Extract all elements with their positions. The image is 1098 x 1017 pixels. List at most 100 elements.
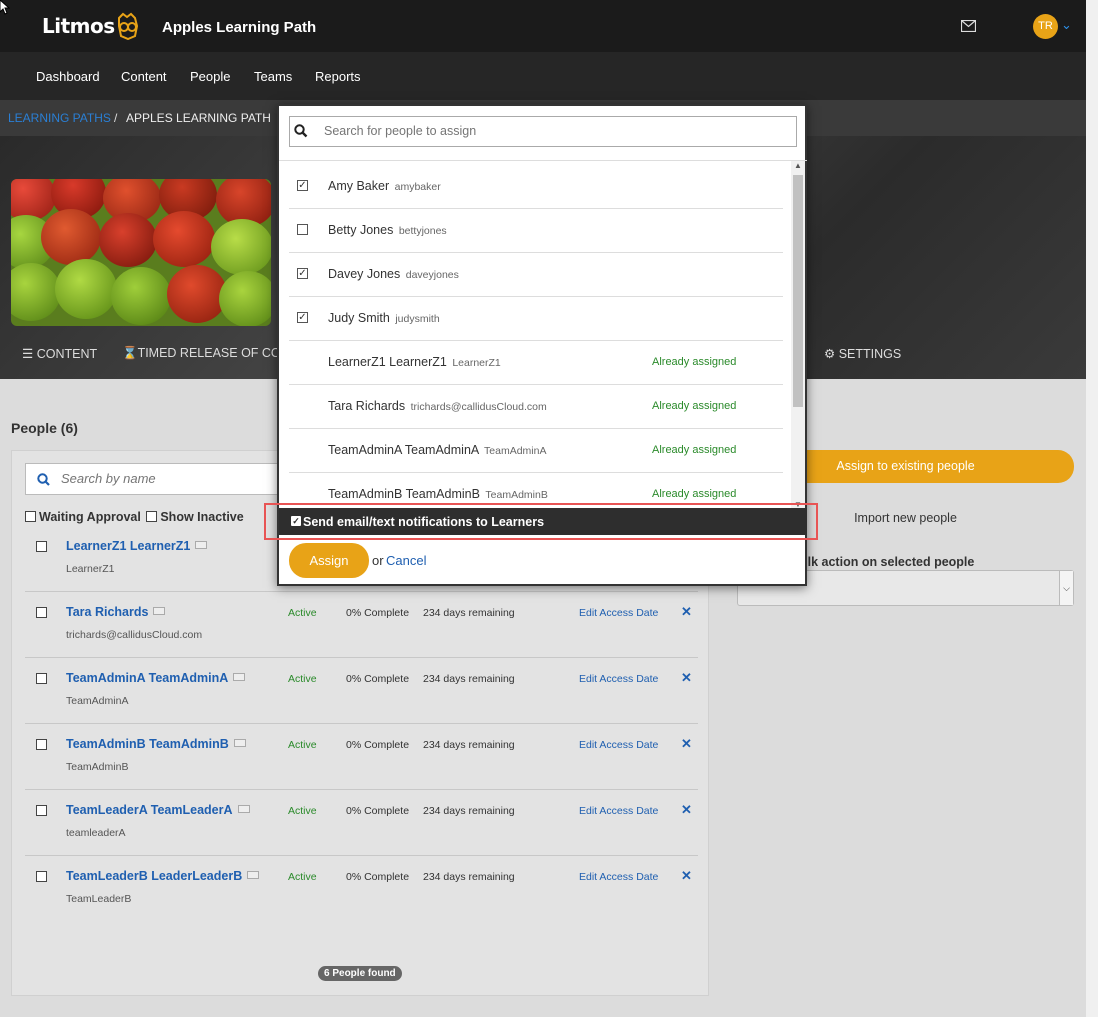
- status-badge: Active: [288, 805, 317, 817]
- table-row: Tara Richards trichards@callidusCloud.co…: [12, 592, 710, 658]
- person-name[interactable]: LearnerZ1 LearnerZ1: [66, 539, 208, 553]
- litmos-logo[interactable]: Litmos: [42, 14, 115, 38]
- id-card-icon: [153, 607, 166, 615]
- status-badge: Active: [288, 673, 317, 685]
- nav-reports[interactable]: Reports: [315, 69, 361, 84]
- waiting-approval-checkbox[interactable]: [25, 511, 36, 522]
- assign-button[interactable]: Assign: [289, 543, 369, 578]
- person-name[interactable]: TeamAdminB TeamAdminB: [66, 737, 246, 751]
- person-username: trichards@callidusCloud.com: [410, 401, 547, 413]
- person-name-text: LearnerZ1 LearnerZ1: [66, 539, 191, 553]
- list-item[interactable]: ✓ Judy Smith judysmith: [289, 297, 783, 341]
- modal-search[interactable]: [289, 116, 797, 147]
- row-checkbox[interactable]: [36, 871, 47, 882]
- completion-status: 0% Complete: [346, 607, 410, 619]
- table-row: TeamLeaderA TeamLeaderA teamleaderA Acti…: [12, 790, 710, 856]
- person-name-text: Tara Richards: [66, 605, 149, 619]
- remove-icon[interactable]: ✕: [681, 736, 692, 752]
- modal-scrollbar[interactable]: ▲ ▼: [791, 161, 805, 508]
- table-row: TeamAdminA TeamAdminA TeamAdminA Active …: [12, 658, 710, 724]
- remove-icon[interactable]: ✕: [681, 670, 692, 686]
- hourglass-icon: ⌛: [122, 346, 138, 360]
- top-bar: Litmos Apples Learning Path TR ⌄: [0, 0, 1086, 52]
- row-checkbox[interactable]: [36, 541, 47, 552]
- row-checkbox[interactable]: [36, 607, 47, 618]
- list-item[interactable]: ✓ Davey Jones daveyjones: [289, 253, 783, 297]
- edit-access-date-link[interactable]: Edit Access Date: [579, 739, 658, 751]
- person-name-text: TeamLeaderB LeaderLeaderB: [66, 869, 243, 883]
- edit-access-date-link[interactable]: Edit Access Date: [579, 805, 658, 817]
- person-name: TeamAdminB TeamAdminB: [328, 487, 480, 501]
- waiting-approval-label: Waiting Approval: [39, 510, 141, 524]
- gear-icon: ⚙: [824, 347, 836, 361]
- nav-dashboard[interactable]: Dashboard: [36, 69, 100, 84]
- person-username: TeamAdminB: [485, 489, 548, 501]
- search-icon: [294, 124, 308, 138]
- remove-icon[interactable]: ✕: [681, 802, 692, 818]
- chevron-down-icon: ⌵: [1059, 571, 1073, 605]
- nav-content[interactable]: Content: [121, 69, 167, 84]
- person-name: Amy Baker: [328, 179, 390, 193]
- cancel-link[interactable]: Cancel: [386, 553, 426, 568]
- modal-people-list: ✓ Amy Baker amybaker Betty Jones bettyjo…: [279, 160, 807, 508]
- row-checkbox[interactable]: [36, 673, 47, 684]
- filters: Waiting Approval Show Inactive: [25, 510, 244, 524]
- id-card-icon: [247, 871, 260, 879]
- row-checkbox[interactable]: [36, 739, 47, 750]
- person-checkbox[interactable]: [297, 224, 308, 235]
- tab-timed-label: TIMED RELEASE OF COU: [137, 346, 290, 360]
- breadcrumb-separator: /: [114, 111, 118, 125]
- owl-logo-icon: [118, 12, 139, 40]
- person-name: Betty Jones: [328, 223, 394, 237]
- row-checkbox[interactable]: [36, 805, 47, 816]
- person-username: TeamAdminA: [66, 695, 129, 707]
- edit-access-date-link[interactable]: Edit Access Date: [579, 673, 658, 685]
- nav-people[interactable]: People: [190, 69, 230, 84]
- list-item[interactable]: Betty Jones bettyjones: [289, 209, 783, 253]
- list-item: TeamAdminA TeamAdminA TeamAdminA Already…: [289, 429, 783, 473]
- list-icon: ☰: [22, 347, 34, 361]
- or-text: or: [372, 553, 384, 568]
- remove-icon[interactable]: ✕: [681, 868, 692, 884]
- remove-icon[interactable]: ✕: [681, 604, 692, 620]
- person-name[interactable]: TeamLeaderB LeaderLeaderB: [66, 869, 260, 883]
- modal-search-input[interactable]: [324, 124, 764, 138]
- person-username: trichards@callidusCloud.com: [66, 629, 203, 641]
- person-name[interactable]: TeamLeaderA TeamLeaderA: [66, 803, 250, 817]
- avatar[interactable]: TR: [1033, 14, 1058, 39]
- mouse-cursor-icon: [0, 0, 10, 15]
- edit-access-date-link[interactable]: Edit Access Date: [579, 607, 658, 619]
- person-name: Davey Jones: [328, 267, 401, 281]
- person-checkbox[interactable]: ✓: [297, 268, 308, 279]
- already-assigned-label: Already assigned: [652, 356, 737, 368]
- tab-settings[interactable]: ⚙ SETTINGS: [824, 346, 901, 361]
- person-checkbox[interactable]: ✓: [297, 312, 308, 323]
- person-checkbox[interactable]: ✓: [297, 180, 308, 191]
- completion-status: 0% Complete: [346, 739, 410, 751]
- completion-status: 0% Complete: [346, 673, 410, 685]
- tab-content[interactable]: ☰ CONTENT: [22, 346, 97, 361]
- person-name[interactable]: TeamAdminA TeamAdminA: [66, 671, 246, 685]
- list-item[interactable]: ✓ Amy Baker amybaker: [289, 165, 783, 209]
- nav-teams[interactable]: Teams: [254, 69, 292, 84]
- tab-timed-release[interactable]: ⌛TIMED RELEASE OF COU: [122, 346, 290, 361]
- chevron-down-icon[interactable]: ⌄: [1061, 17, 1072, 33]
- people-found-badge: 6 People found: [318, 966, 402, 981]
- show-inactive-checkbox[interactable]: [146, 511, 158, 522]
- page-scrollbar[interactable]: [1086, 0, 1098, 1017]
- person-name: LearnerZ1 LearnerZ1: [328, 355, 447, 369]
- scrollbar-thumb[interactable]: [793, 175, 803, 407]
- person-username: TeamAdminB: [66, 761, 129, 773]
- already-assigned-label: Already assigned: [652, 488, 737, 500]
- already-assigned-label: Already assigned: [652, 444, 737, 456]
- bulk-action-label: ulk action on selected people: [800, 555, 975, 569]
- mail-icon[interactable]: [961, 20, 976, 32]
- breadcrumb-learning-paths[interactable]: LEARNING PATHS: [8, 111, 111, 125]
- edit-access-date-link[interactable]: Edit Access Date: [579, 871, 658, 883]
- person-name: Tara Richards: [328, 399, 406, 413]
- person-username: LearnerZ1: [452, 357, 501, 369]
- person-username: LearnerZ1: [66, 563, 115, 575]
- person-name[interactable]: Tara Richards: [66, 605, 166, 619]
- id-card-icon: [237, 805, 250, 813]
- scroll-up-icon[interactable]: ▲: [794, 161, 802, 170]
